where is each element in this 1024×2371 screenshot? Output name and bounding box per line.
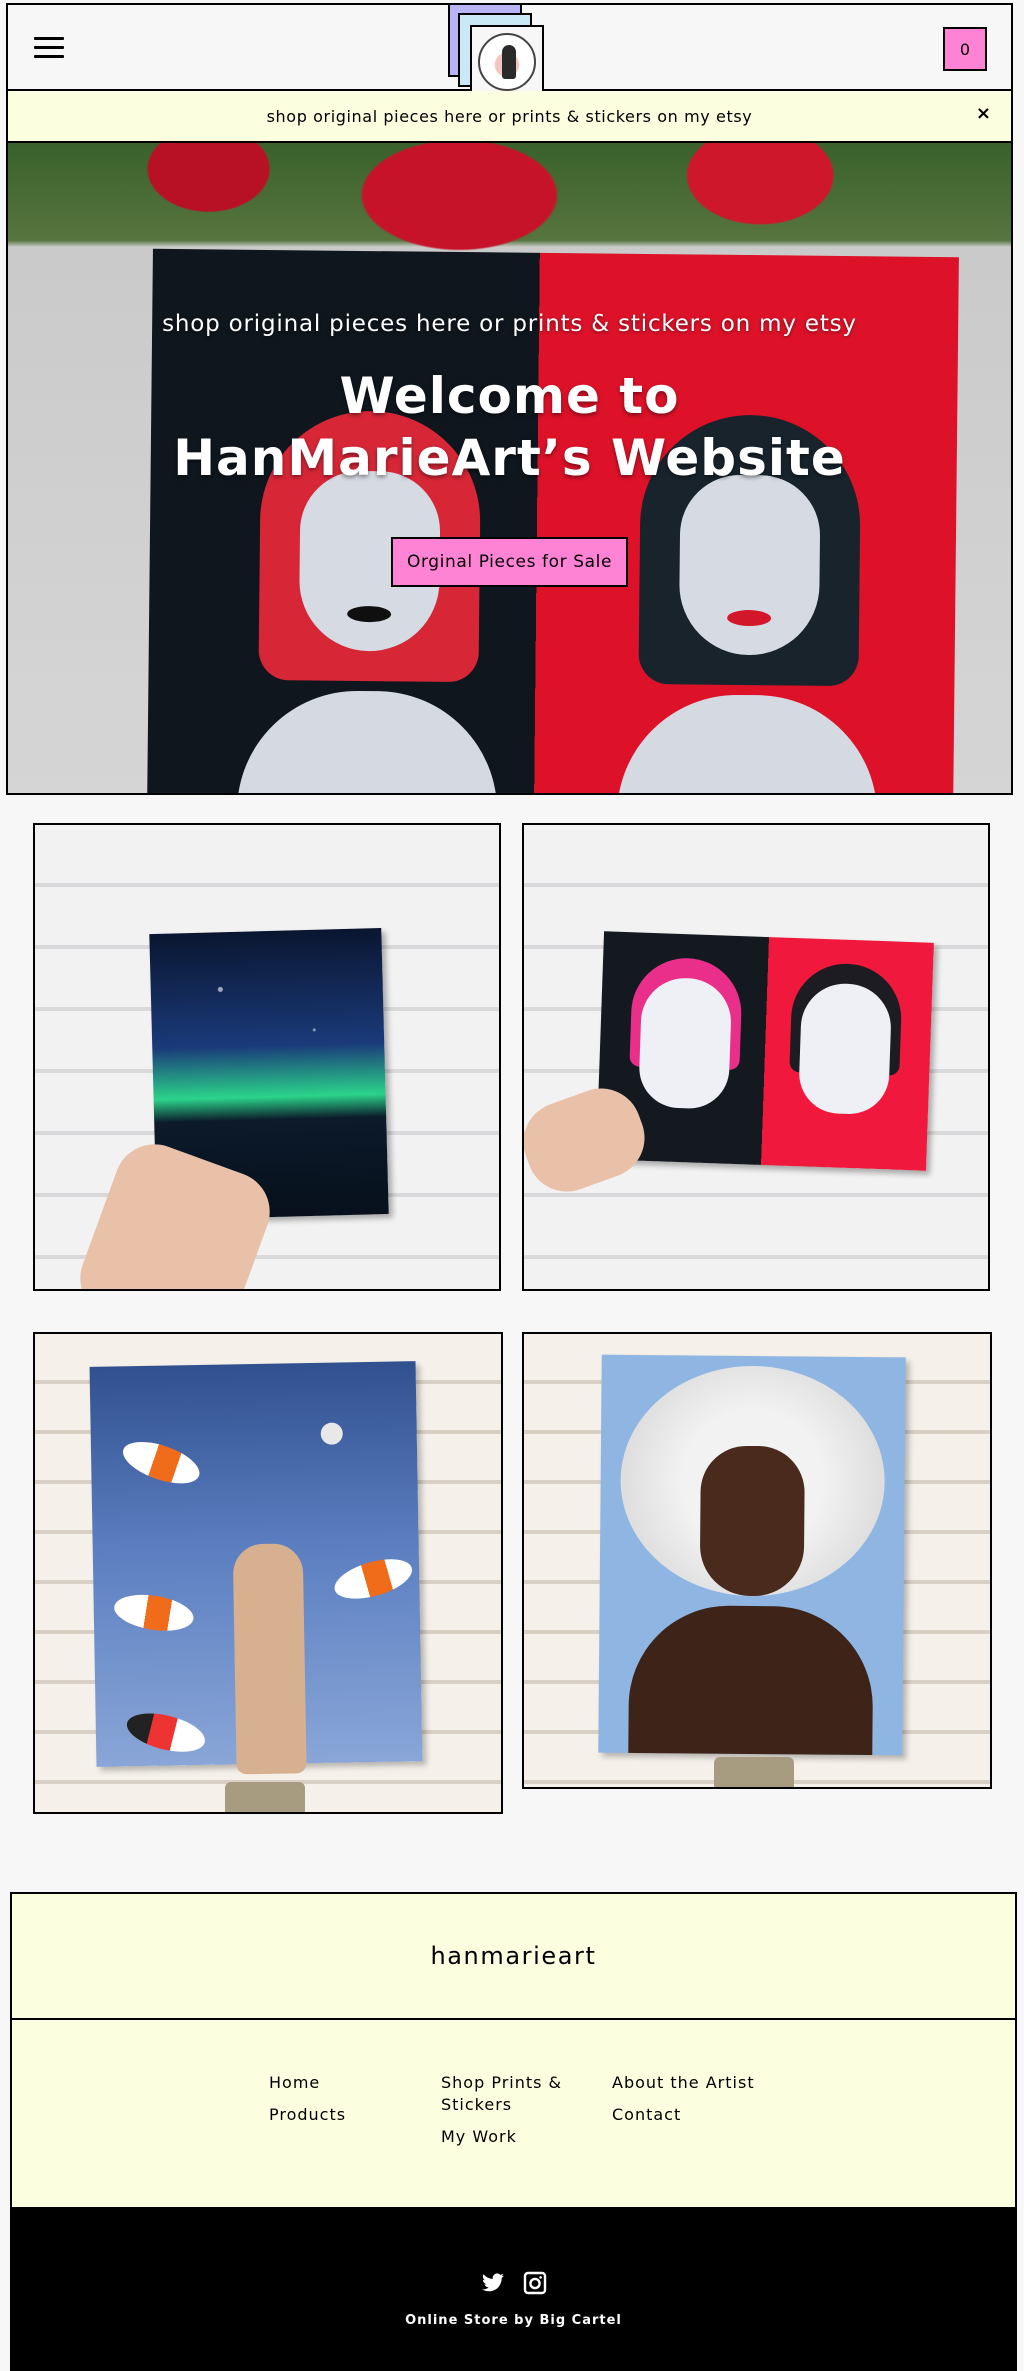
footer-brand[interactable]: hanmarieart bbox=[430, 1942, 596, 1970]
cart-count: 0 bbox=[959, 39, 971, 59]
footer-link-products[interactable]: Products bbox=[269, 2104, 419, 2126]
product-card-devil-girls[interactable] bbox=[522, 823, 990, 1291]
footer-nav: Home Products Shop Prints & Stickers My … bbox=[10, 2019, 1017, 2209]
footer-link-contact[interactable]: Contact bbox=[612, 2104, 762, 2126]
product-card-galaxy[interactable] bbox=[33, 823, 501, 1291]
product-card-koi[interactable] bbox=[33, 1332, 503, 1814]
hero-title: Welcome to HanMarieArt’s Website bbox=[173, 367, 846, 487]
menu-icon[interactable] bbox=[34, 37, 64, 59]
product-card-afro-portrait[interactable] bbox=[522, 1332, 992, 1789]
twitter-icon[interactable] bbox=[480, 2271, 506, 2295]
site-header: 0 bbox=[6, 3, 1013, 99]
logo-emblem bbox=[478, 33, 536, 91]
afro-portrait-painting-image bbox=[598, 1354, 906, 1756]
footer-link-about[interactable]: About the Artist bbox=[612, 2072, 762, 2094]
footer-bottom: Online Store by Big Cartel bbox=[10, 2209, 1017, 2371]
big-cartel-credit[interactable]: Online Store by Big Cartel bbox=[10, 2313, 1017, 2328]
announcement-text[interactable]: shop original pieces here or prints & st… bbox=[267, 107, 753, 126]
hero-section: shop original pieces here or prints & st… bbox=[6, 143, 1013, 795]
hero-subtitle: shop original pieces here or prints & st… bbox=[162, 311, 857, 337]
footer-link-shop-prints[interactable]: Shop Prints & Stickers bbox=[441, 2072, 591, 2116]
footer-link-my-work[interactable]: My Work bbox=[441, 2126, 591, 2148]
original-pieces-button[interactable]: Orginal Pieces for Sale bbox=[391, 537, 628, 587]
announcement-bar: shop original pieces here or prints & st… bbox=[6, 91, 1013, 143]
footer-brand-bar: hanmarieart bbox=[10, 1892, 1017, 2020]
footer-link-home[interactable]: Home bbox=[269, 2072, 419, 2094]
instagram-icon[interactable] bbox=[522, 2271, 548, 2295]
koi-fish-painting-image bbox=[89, 1361, 423, 1775]
close-icon[interactable]: × bbox=[976, 103, 991, 124]
devil-girls-painting-image bbox=[596, 931, 934, 1171]
cart-button[interactable]: 0 bbox=[943, 27, 987, 71]
